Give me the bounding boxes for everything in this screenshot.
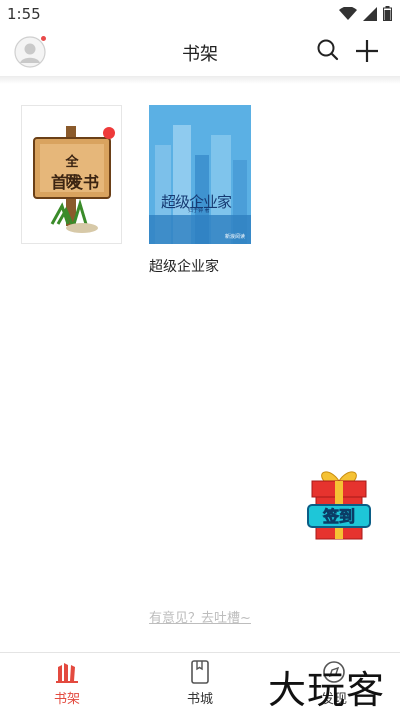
battery-icon — [383, 6, 392, 21]
search-button[interactable] — [316, 38, 340, 62]
avatar[interactable] — [14, 35, 47, 68]
book-icon — [191, 660, 209, 684]
gift-icon: 签到 — [307, 471, 371, 540]
top-bar: 书架 — [0, 28, 400, 76]
watermark: 大玩客 — [268, 668, 386, 711]
add-button[interactable] — [354, 38, 380, 64]
publisher-logo: 新浪阅读 — [225, 234, 246, 240]
tab-bookstore[interactable]: 书城 — [160, 653, 240, 711]
book-cover: 全网 首发书 — [21, 105, 122, 244]
book-title[interactable]: 超级企业家 — [149, 256, 219, 276]
book-cover: 超级企业家 归于钟 著 新浪阅读 — [149, 105, 251, 244]
city-skyline-illustration — [149, 105, 251, 244]
notification-dot — [40, 35, 47, 42]
status-time: 1:55 — [7, 5, 41, 23]
signal-icon — [363, 6, 377, 21]
header-shadow — [0, 76, 400, 84]
book-card-first-release[interactable]: 全网 首发书 — [21, 105, 122, 244]
page-title: 书架 — [182, 44, 218, 65]
feedback-link[interactable]: 有意见？去吐槽~ — [0, 607, 400, 626]
gift-label: 签到 — [322, 507, 355, 526]
search-icon — [317, 39, 339, 61]
book-card-super-entrepreneur[interactable]: 超级企业家 归于钟 著 新浪阅读 — [149, 105, 251, 244]
wifi-icon — [339, 6, 357, 20]
tab-bookshelf[interactable]: 书架 — [27, 653, 107, 711]
tab-label: 书城 — [186, 692, 213, 707]
status-bar: 1:55 — [0, 0, 400, 28]
check-in-gift-button[interactable]: 签到 — [304, 465, 374, 545]
tab-label: 书架 — [53, 692, 80, 707]
bookshelf-icon — [56, 663, 78, 683]
cover-author: 归于钟 著 — [188, 208, 210, 214]
plus-icon — [356, 40, 378, 62]
cover-text-line2: 首发书 — [50, 173, 99, 192]
status-icons — [339, 6, 392, 21]
new-badge — [103, 127, 115, 139]
